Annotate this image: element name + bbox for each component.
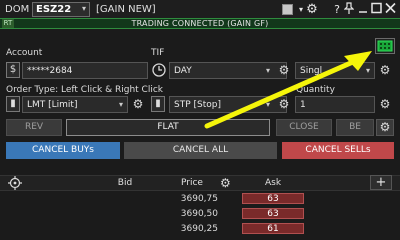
cancel-all-button[interactable]: CANCEL ALL (124, 142, 277, 159)
keypad-icon (377, 40, 393, 52)
gear-icon[interactable]: ⚙ (376, 119, 394, 136)
price-cell: 3690,75 (180, 194, 218, 204)
tif-secondary-value: Singl (300, 66, 323, 76)
order-type-right-icon: ▮ (151, 96, 165, 112)
quantity-value: 1 (300, 100, 306, 110)
connection-label: [GAIN NEW] (96, 4, 156, 15)
gear-icon[interactable]: ⚙ (277, 96, 291, 112)
quantity-label: Quantity (296, 85, 335, 95)
symbol-value: ESZ22 (36, 4, 72, 15)
close-button[interactable]: CLOSE (276, 119, 332, 136)
account-label: Account (6, 48, 43, 58)
price-cell: 3690,50 (180, 209, 218, 219)
flat-button[interactable]: FLAT (66, 119, 270, 136)
cancel-sells-button[interactable]: CANCEL SELLs (282, 142, 394, 159)
tif-secondary-select[interactable]: Singl ▾ (295, 62, 375, 79)
order-type-left-icon: ▮ (6, 96, 20, 112)
chevron-down-icon: ▾ (81, 4, 86, 13)
status-text: TRADING CONNECTED (GAIN GF) (131, 19, 269, 28)
gear-icon[interactable]: ⚙ (220, 176, 234, 190)
chevron-down-icon: ▾ (118, 100, 123, 109)
color-square-button[interactable] (282, 4, 293, 15)
gear-icon[interactable]: ⚙ (131, 96, 145, 112)
gear-icon[interactable]: ⚙ (378, 96, 392, 112)
account-value: *****2684 (27, 66, 73, 76)
cancel-buys-button[interactable]: CANCEL BUYs (6, 142, 120, 159)
close-icon[interactable] (383, 2, 397, 17)
bid-header: Bid (117, 178, 133, 188)
order-entry-toggle-button[interactable] (375, 38, 395, 54)
ask-header: Ask (264, 178, 282, 188)
ask-cell[interactable]: 61 (242, 223, 304, 234)
chevron-down-icon: ▾ (265, 100, 270, 109)
order-type-right-value: STP [Stop] (174, 100, 221, 110)
dollar-icon: $ (6, 62, 20, 78)
chevron-down-icon: ▾ (365, 66, 370, 75)
order-type-right-select[interactable]: STP [Stop] ▾ (169, 96, 287, 113)
gear-icon[interactable]: ⚙ (277, 62, 291, 78)
tif-value: DAY (174, 66, 192, 76)
be-button[interactable]: BE (336, 119, 374, 136)
gear-icon[interactable]: ⚙ (305, 2, 319, 17)
tif-select[interactable]: DAY ▾ (169, 62, 287, 79)
price-header: Price (181, 178, 203, 188)
chevron-down-icon: ▾ (265, 66, 270, 75)
pin-icon[interactable] (342, 2, 356, 17)
order-type-left-select[interactable]: LMT [Limit] ▾ (22, 96, 128, 113)
maximize-icon[interactable] (369, 2, 383, 17)
symbol-select[interactable]: ESZ22 ▾ (32, 2, 90, 17)
ask-cell[interactable]: 63 (242, 208, 304, 219)
clock-icon (151, 62, 167, 78)
quantity-input[interactable]: 1 (295, 96, 375, 113)
price-cell: 3690,25 (180, 224, 218, 234)
order-type-label: Order Type: Left Click & Right Click (6, 85, 163, 95)
add-icon[interactable]: + (370, 175, 392, 190)
account-select[interactable]: *****2684 (22, 62, 148, 79)
dom-label: DOM (5, 4, 30, 15)
minimize-icon[interactable] (356, 2, 370, 17)
ask-cell[interactable]: 63 (242, 193, 304, 204)
gear-icon[interactable]: ⚙ (378, 62, 392, 78)
tif-label: TIF (151, 48, 165, 58)
order-type-left-value: LMT [Limit] (27, 100, 78, 110)
rev-button[interactable]: REV (6, 119, 62, 136)
crosshair-icon[interactable] (8, 176, 24, 190)
